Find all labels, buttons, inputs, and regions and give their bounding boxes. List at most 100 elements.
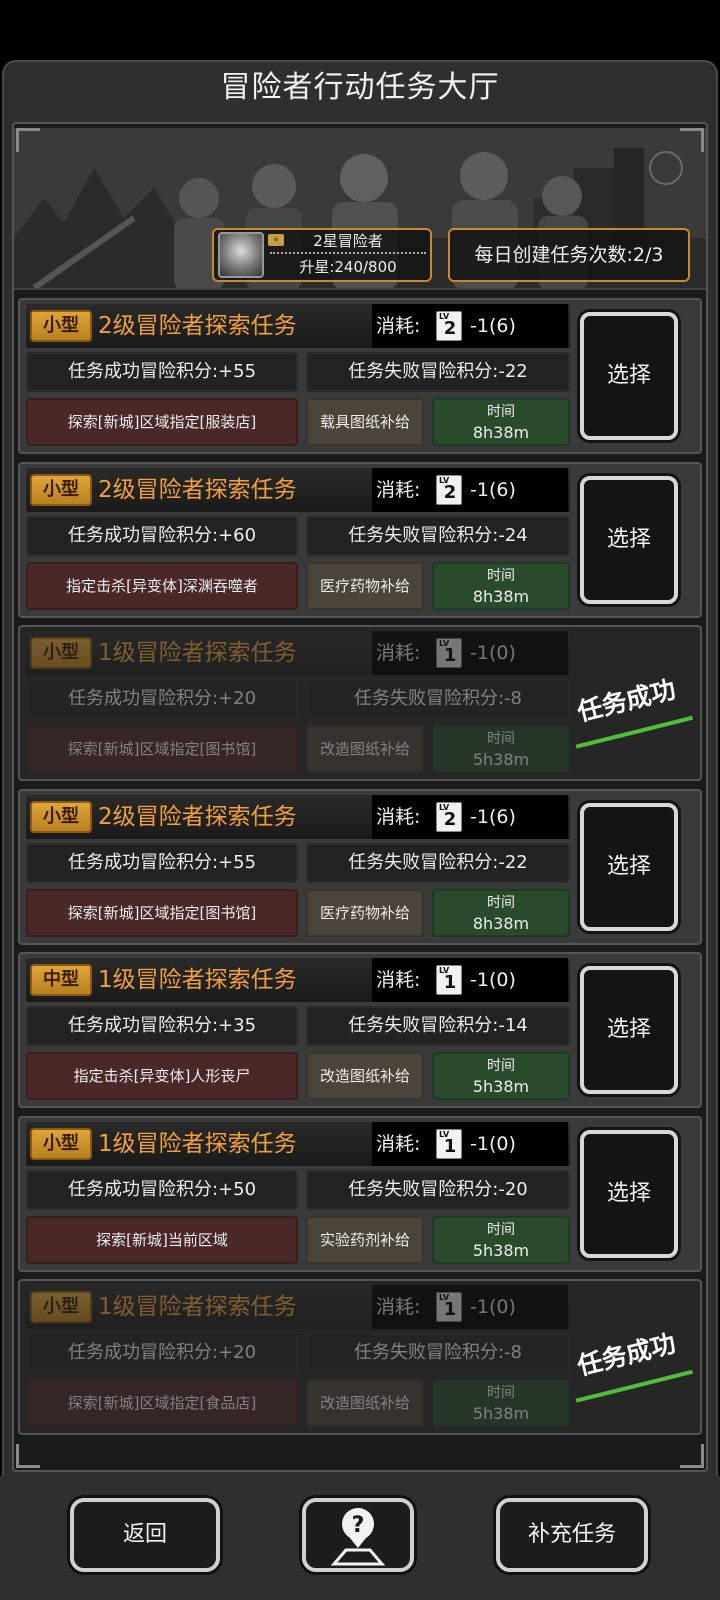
success-points: 任务成功冒险积分:+20 <box>26 679 298 719</box>
level-ticket-icon: LV 1 <box>436 965 462 995</box>
level-number: 1 <box>443 1299 457 1320</box>
daily-create-count: 每日创建任务次数:2/3 <box>448 228 690 282</box>
task-card: 小型 2级冒险者探索任务 消耗: LV 2 -1(6) 任务成功冒险积分:+55 任务失败冒险… <box>18 298 702 454</box>
task-reward: 医疗药物补给 <box>306 888 424 937</box>
task-card: 小型 2级冒险者探索任务 消耗: LV 2 -1(6) 任务成功冒险积分:+60 任务失败冒险… <box>18 461 702 618</box>
fail-points: 任务失败冒险积分:-20 <box>306 1169 570 1210</box>
task-target: 探索[新城]区域指定[食品店] <box>26 1379 298 1427</box>
level-ticket-icon: LV 2 <box>436 801 462 832</box>
cost-value: -1(0) <box>470 969 516 991</box>
level-number: 2 <box>443 481 457 503</box>
task-reward: 改造图纸补给 <box>306 1379 424 1427</box>
task-type-badge: 中型 <box>30 964 92 996</box>
task-type-badge: 小型 <box>30 310 92 342</box>
task-title: 1级冒险者探索任务 <box>98 640 297 666</box>
select-button[interactable]: 选择 <box>580 1129 678 1258</box>
time-value: 8h38m <box>472 913 530 933</box>
task-time: 时间 8h38m <box>432 561 570 610</box>
frame-corner <box>16 1444 40 1468</box>
svg-text:?: ? <box>352 1513 365 1538</box>
back-button[interactable]: 返回 <box>70 1498 220 1572</box>
task-success-stamp: 任务成功 <box>563 665 693 749</box>
task-time: 时间 8h38m <box>432 398 570 446</box>
task-reward: 载具图纸补给 <box>306 398 424 446</box>
task-type-badge: 小型 <box>30 637 92 669</box>
cost-label: 消耗: <box>376 478 421 501</box>
cost-label: 消耗: <box>376 1132 421 1155</box>
time-label: 时间 <box>487 567 515 584</box>
task-title: 1级冒险者探索任务 <box>98 967 297 993</box>
frame-corner <box>680 1444 704 1468</box>
task-reward: 改造图纸补给 <box>306 725 424 773</box>
task-type-badge: 小型 <box>30 473 92 506</box>
level-number: 2 <box>443 808 457 830</box>
task-card: 中型 1级冒险者探索任务 消耗: LV 1 -1(0) 任务成功冒险积分:+35 任务失败冒险… <box>18 952 702 1108</box>
success-points: 任务成功冒险积分:+55 <box>26 352 298 392</box>
fail-points: 任务失败冒险积分:-24 <box>306 515 570 556</box>
success-points: 任务成功冒险积分:+35 <box>26 1006 298 1046</box>
star-progress: 升星:240/800 <box>299 258 397 276</box>
avatar <box>218 232 264 278</box>
task-time: 时间 5h38m <box>432 725 570 773</box>
task-title: 2级冒险者探索任务 <box>98 476 297 503</box>
help-map-icon: ? <box>330 1508 386 1566</box>
divider <box>270 252 426 254</box>
select-button[interactable]: 选择 <box>580 966 678 1094</box>
time-value: 5h38m <box>472 1240 530 1260</box>
select-button[interactable]: 选择 <box>580 802 678 931</box>
success-points: 任务成功冒险积分:+50 <box>26 1169 298 1210</box>
cost-label: 消耗: <box>376 969 421 991</box>
task-target: 探索[新城]当前区域 <box>26 1215 298 1264</box>
task-target: 指定击杀[异变体]深渊吞噬者 <box>26 561 298 610</box>
task-reward: 实验药剂补给 <box>306 1215 424 1264</box>
frame-corner <box>680 128 704 152</box>
cost-label: 消耗: <box>376 1296 421 1318</box>
time-value: 5h38m <box>472 750 530 769</box>
level-number: 1 <box>443 1135 457 1157</box>
task-card: 小型 1级冒险者探索任务 消耗: LV 1 -1(0) 任务成功冒险积分:+20 任务失败冒险… <box>18 625 702 781</box>
cost-label: 消耗: <box>376 315 421 337</box>
success-points: 任务成功冒险积分:+20 <box>26 1333 298 1373</box>
success-points: 任务成功冒险积分:+55 <box>26 842 298 883</box>
time-label: 时间 <box>487 1221 515 1238</box>
level-number: 1 <box>443 645 457 666</box>
select-button[interactable]: 选择 <box>580 312 678 440</box>
task-target: 指定击杀[异变体]人形丧尸 <box>26 1052 298 1100</box>
help-button[interactable]: ? <box>302 1498 414 1572</box>
page-title: 冒险者行动任务大厅 <box>220 70 500 105</box>
level-ticket-icon: LV 2 <box>436 311 462 341</box>
task-type-badge: 小型 <box>30 1291 92 1323</box>
task-time: 时间 5h38m <box>432 1052 570 1100</box>
refill-tasks-button[interactable]: 补充任务 <box>496 1498 648 1572</box>
select-button[interactable]: 选择 <box>580 475 678 604</box>
cost-value: -1(6) <box>470 478 516 501</box>
task-target: 探索[新城]区域指定[图书馆] <box>26 725 298 773</box>
time-label: 时间 <box>487 404 515 420</box>
task-time: 时间 5h38m <box>432 1379 570 1427</box>
fail-points: 任务失败冒险积分:-22 <box>306 842 570 883</box>
success-points: 任务成功冒险积分:+60 <box>26 515 298 556</box>
cost-label: 消耗: <box>376 642 421 664</box>
fail-points: 任务失败冒险积分:-14 <box>306 1006 570 1046</box>
time-value: 8h38m <box>472 586 530 606</box>
time-label: 时间 <box>487 894 515 911</box>
cost-value: -1(6) <box>470 315 516 337</box>
fail-points: 任务失败冒险积分:-8 <box>306 679 570 719</box>
time-label: 时间 <box>487 731 515 747</box>
level-ticket-icon: LV 1 <box>436 1292 462 1322</box>
task-success-stamp: 任务成功 <box>563 1319 693 1403</box>
rank-name: 2星冒险者 <box>313 232 383 250</box>
level-ticket-icon: LV 1 <box>436 1128 462 1159</box>
task-title: 2级冒险者探索任务 <box>98 803 297 830</box>
cost-value: -1(0) <box>470 642 516 664</box>
task-target: 探索[新城]区域指定[服装店] <box>26 398 298 446</box>
task-reward: 改造图纸补给 <box>306 1052 424 1100</box>
task-card: 小型 1级冒险者探索任务 消耗: LV 1 -1(0) 任务成功冒险积分:+50 任务失败冒险… <box>18 1115 702 1272</box>
cost-label: 消耗: <box>376 805 421 828</box>
time-label: 时间 <box>487 1385 515 1401</box>
cost-value: -1(0) <box>470 1132 516 1155</box>
task-title: 1级冒险者探索任务 <box>98 1294 297 1320</box>
time-value: 5h38m <box>472 1404 530 1423</box>
task-target: 探索[新城]区域指定[图书馆] <box>26 888 298 937</box>
task-type-badge: 小型 <box>30 1127 92 1160</box>
